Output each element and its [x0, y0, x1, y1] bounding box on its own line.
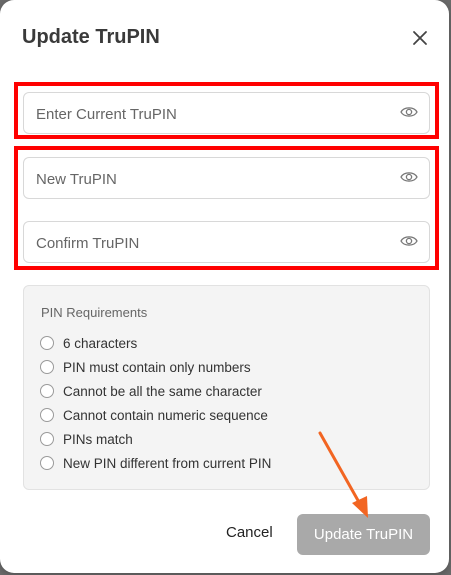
pin-requirements-panel: PIN Requirements 6 characters PIN must c… [23, 285, 430, 490]
requirement-label: 6 characters [63, 335, 138, 351]
close-icon[interactable] [409, 27, 431, 49]
radio-indicator [40, 456, 54, 470]
radio-indicator [40, 432, 54, 446]
eye-icon[interactable] [400, 105, 418, 119]
confirm-trupin-input[interactable] [34, 222, 388, 264]
radio-indicator [40, 360, 54, 374]
requirement-label: New PIN different from current PIN [63, 455, 272, 471]
requirement-label: PINs match [63, 431, 133, 447]
requirement-item: Cannot contain numeric sequence [40, 403, 271, 427]
requirement-item: PIN must contain only numbers [40, 355, 271, 379]
requirement-item: Cannot be all the same character [40, 379, 271, 403]
current-trupin-input[interactable] [34, 93, 388, 135]
requirements-title: PIN Requirements [41, 305, 148, 320]
confirm-trupin-field[interactable] [23, 221, 430, 264]
radio-indicator [40, 384, 54, 398]
requirement-item: New PIN different from current PIN [40, 451, 271, 475]
new-trupin-input[interactable] [34, 158, 388, 200]
requirement-label: Cannot contain numeric sequence [63, 407, 268, 423]
requirement-item: 6 characters [40, 331, 271, 355]
update-trupin-button[interactable]: Update TruPIN [297, 514, 430, 555]
requirement-label: Cannot be all the same character [63, 383, 262, 399]
new-trupin-field[interactable] [23, 157, 430, 200]
dialog-title: Update TruPIN [22, 26, 160, 48]
radio-indicator [40, 336, 54, 350]
requirements-list: 6 characters PIN must contain only numbe… [40, 331, 271, 475]
current-trupin-field[interactable] [23, 92, 430, 135]
eye-icon[interactable] [400, 170, 418, 184]
requirement-label: PIN must contain only numbers [63, 359, 251, 375]
update-trupin-dialog: Update TruPIN PIN Requirements 6 charact… [0, 0, 449, 573]
requirement-item: PINs match [40, 427, 271, 451]
eye-icon[interactable] [400, 234, 418, 248]
cancel-button[interactable]: Cancel [222, 520, 277, 545]
radio-indicator [40, 408, 54, 422]
